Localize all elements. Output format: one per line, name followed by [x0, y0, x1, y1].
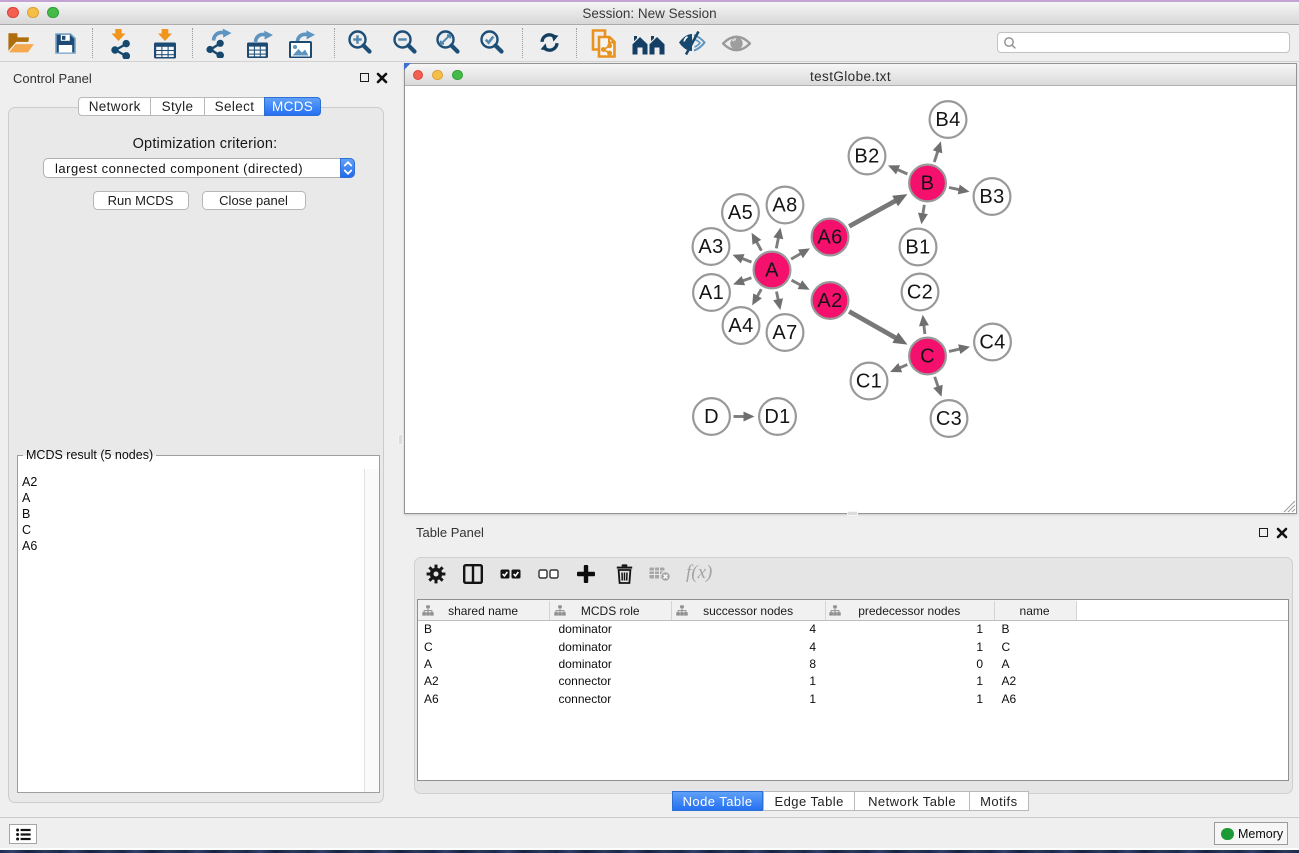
svg-text:B: B — [921, 173, 935, 195]
svg-text:A3: A3 — [698, 236, 723, 258]
svg-text:B3: B3 — [979, 186, 1004, 208]
svg-text:A5: A5 — [728, 202, 753, 224]
svg-text:A: A — [765, 260, 779, 282]
svg-text:D: D — [704, 406, 719, 428]
svg-text:C: C — [920, 346, 935, 368]
svg-text:C4: C4 — [979, 332, 1005, 354]
svg-text:A2: A2 — [817, 290, 842, 312]
svg-text:A4: A4 — [728, 315, 753, 337]
svg-text:B4: B4 — [935, 109, 960, 131]
svg-text:C2: C2 — [907, 282, 933, 304]
svg-text:A8: A8 — [772, 195, 797, 217]
svg-text:A1: A1 — [699, 282, 724, 304]
svg-text:C1: C1 — [856, 371, 882, 393]
svg-text:B1: B1 — [905, 237, 930, 259]
svg-text:C3: C3 — [936, 408, 962, 430]
svg-text:D1: D1 — [764, 406, 790, 428]
svg-text:B2: B2 — [854, 146, 879, 168]
svg-text:A7: A7 — [772, 322, 797, 344]
svg-text:A6: A6 — [817, 227, 842, 249]
